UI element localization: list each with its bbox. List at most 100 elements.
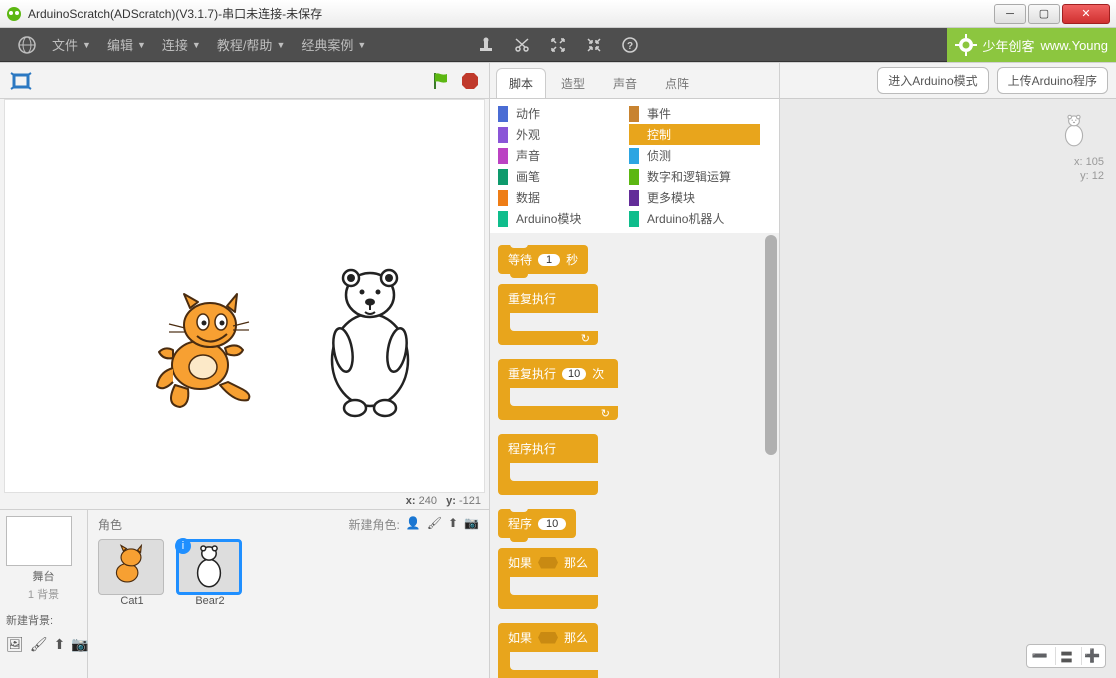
block-palette: 等待 1 秒 重复执行 ↻ 重复执行 10 次 ↻ 程序执行	[490, 233, 779, 678]
block-then: 那么	[564, 554, 588, 571]
close-button[interactable]: ✕	[1062, 4, 1110, 24]
cat-label: 画笔	[516, 168, 540, 185]
cat-pen[interactable]: 画笔	[498, 166, 629, 187]
menu-help[interactable]: 教程/帮助▼	[209, 35, 294, 54]
stage-label: 舞台	[6, 568, 81, 584]
cat-label: 动作	[516, 105, 540, 122]
minimize-button[interactable]: ─	[994, 4, 1026, 24]
cat-events[interactable]: 事件	[629, 103, 760, 124]
brand-name: 少年创客	[983, 36, 1035, 55]
zoom-in-button[interactable]: ➕	[1081, 647, 1103, 665]
grow-icon[interactable]	[549, 36, 567, 54]
paint-sprite-icon[interactable]: 🖌	[427, 516, 442, 533]
upload-icon[interactable]: ⬆	[54, 636, 66, 653]
backdrop-count: 1 背景	[6, 586, 81, 602]
menu-edit[interactable]: 编辑▼	[99, 35, 154, 54]
cat-sound[interactable]: 声音	[498, 145, 629, 166]
script-workspace[interactable]: x: 105 y: 12 ➖ 〓 ➕	[780, 99, 1116, 678]
menu-connect[interactable]: 连接▼	[154, 35, 209, 54]
green-flag-icon[interactable]	[431, 71, 451, 91]
menu-file-label: 文件	[52, 35, 78, 54]
zoom-out-button[interactable]: ➖	[1029, 647, 1051, 665]
cat-arduino[interactable]: Arduino模块	[498, 208, 629, 229]
palette-scrollbar[interactable]	[763, 233, 779, 678]
tab-costumes[interactable]: 造型	[548, 68, 598, 98]
block-forever[interactable]: 重复执行 ↻	[498, 284, 598, 345]
new-sprite-label: 新建角色:	[348, 516, 399, 533]
sprite-item-cat1[interactable]: Cat1	[98, 539, 166, 607]
main-area: x: 240 y: -121 舞台 1 背景 新建背景: 🖼 🖌 ⬆ 📷	[0, 62, 1116, 678]
tab-matrix[interactable]: 点阵	[652, 68, 702, 98]
block-proc-run[interactable]: 程序执行	[498, 434, 598, 495]
camera-icon[interactable]: 📷	[71, 636, 88, 653]
upload-arduino-button[interactable]: 上传Arduino程序	[997, 67, 1108, 94]
new-backdrop-label: 新建背景:	[6, 612, 81, 628]
cat-control[interactable]: 控制	[629, 124, 760, 145]
block-suffix: 秒	[566, 251, 578, 268]
cat-arduino-robot[interactable]: Arduino机器人	[629, 208, 760, 229]
maximize-button[interactable]: ▢	[1028, 4, 1060, 24]
fullscreen-icon[interactable]	[10, 72, 32, 90]
info-icon[interactable]: i	[175, 538, 191, 554]
mini-y-label: y:	[1080, 170, 1089, 182]
mini-x-value: 105	[1086, 156, 1104, 168]
stop-icon[interactable]	[461, 72, 479, 90]
coord-x-value: 240	[419, 495, 437, 507]
arduino-mode-button[interactable]: 进入Arduino模式	[877, 67, 988, 94]
bool-slot[interactable]	[538, 557, 558, 569]
block-if[interactable]: 如果 那么	[498, 548, 598, 609]
cat-more[interactable]: 更多模块	[629, 187, 760, 208]
block-label: 重复执行	[508, 290, 556, 307]
block-label: 程序	[508, 515, 532, 532]
menubar: 文件▼ 编辑▼ 连接▼ 教程/帮助▼ 经典案例▼ ? 少年创客 www.Youn…	[0, 28, 1116, 62]
cat-sensing[interactable]: 侦测	[629, 145, 760, 166]
zoom-controls: ➖ 〓 ➕	[1026, 644, 1106, 668]
editor-tabs: 脚本 造型 声音 点阵	[490, 63, 779, 99]
zoom-reset-button[interactable]: 〓	[1055, 647, 1077, 665]
sprite-item-bear2[interactable]: i Bear2	[176, 539, 244, 607]
toolbar-center: ?	[477, 36, 639, 54]
tab-sounds[interactable]: 声音	[600, 68, 650, 98]
cat-operators[interactable]: 数字和逻辑运算	[629, 166, 760, 187]
sprite-name: Cat1	[98, 595, 166, 607]
scissors-icon[interactable]	[513, 36, 531, 54]
tab-scripts[interactable]: 脚本	[496, 68, 546, 98]
coord-y-label: y:	[446, 495, 456, 507]
block-proc[interactable]: 程序 10	[498, 509, 576, 538]
selected-sprite-coords: x: 105 y: 12	[1074, 155, 1104, 184]
menu-cases[interactable]: 经典案例▼	[293, 35, 374, 54]
camera-sprite-icon[interactable]: 📷	[464, 516, 479, 533]
menu-file[interactable]: 文件▼	[44, 35, 99, 54]
cat-looks[interactable]: 外观	[498, 124, 629, 145]
gear-icon	[955, 34, 977, 56]
cat-motion[interactable]: 动作	[498, 103, 629, 124]
block-input[interactable]: 10	[538, 518, 566, 530]
sprite-bear[interactable]	[315, 260, 425, 420]
image-library-icon[interactable]: 🖼	[6, 636, 24, 653]
help-icon[interactable]: ?	[621, 36, 639, 54]
block-suffix: 次	[592, 365, 604, 382]
shrink-icon[interactable]	[585, 36, 603, 54]
paint-icon[interactable]: 🖌	[30, 636, 48, 653]
stage-canvas[interactable]	[4, 99, 485, 493]
block-then: 那么	[564, 629, 588, 646]
block-wait[interactable]: 等待 1 秒	[498, 245, 588, 274]
sprite-library-icon[interactable]: 👤	[406, 516, 421, 533]
cat-data[interactable]: 数据	[498, 187, 629, 208]
sprite-cat[interactable]	[155, 290, 265, 410]
block-input[interactable]: 1	[538, 254, 560, 266]
block-label: 程序执行	[508, 440, 556, 457]
cat-label: 侦测	[647, 147, 671, 164]
block-label: 如果	[508, 629, 532, 646]
block-repeat[interactable]: 重复执行 10 次 ↻	[498, 359, 618, 420]
window-title: ArduinoScratch(ADScratch)(V3.1.7)-串口未连接-…	[28, 5, 322, 22]
block-label: 重复执行	[508, 365, 556, 382]
upload-sprite-icon[interactable]: ⬆	[448, 516, 458, 533]
stamp-icon[interactable]	[477, 36, 495, 54]
block-ifelse[interactable]: 如果 那么 否则	[498, 623, 598, 678]
bool-slot[interactable]	[538, 632, 558, 644]
stage-thumbnail[interactable]	[6, 516, 72, 566]
block-input[interactable]: 10	[562, 368, 586, 380]
coord-y-value: -121	[459, 495, 481, 507]
globe-icon[interactable]	[10, 36, 44, 54]
